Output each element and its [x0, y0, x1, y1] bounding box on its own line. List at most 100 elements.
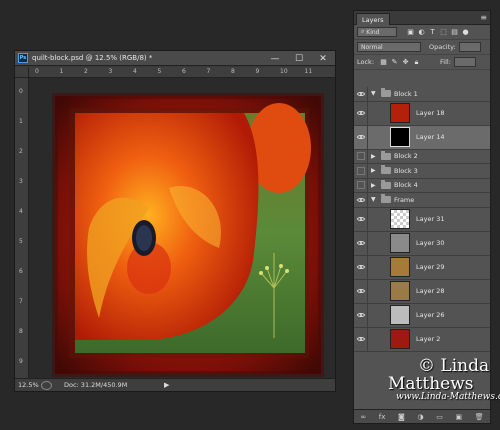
minimize-button[interactable]: —: [263, 51, 287, 66]
layer-group-row[interactable]: ▼ Frame: [354, 193, 490, 208]
layer-row[interactable]: Layer 14: [354, 125, 490, 150]
zoom-level[interactable]: 12.5%: [15, 381, 41, 389]
ruler-horizontal[interactable]: 0 1 2 3 4 5 6 7 8 9 10 11: [29, 67, 335, 78]
panel-menu-icon[interactable]: ≡: [480, 13, 487, 22]
visibility-toggle[interactable]: [354, 193, 368, 207]
adjustment-layer-icon[interactable]: ◑: [417, 413, 423, 421]
eye-icon: [356, 111, 365, 115]
layer-row[interactable]: Layer 28: [354, 279, 490, 304]
layer-thumbnail[interactable]: [390, 103, 410, 123]
ruler-tick-label: 11: [304, 68, 313, 75]
eye-icon: [356, 313, 365, 317]
lock-position-icon[interactable]: ✥: [400, 57, 411, 67]
visibility-toggle[interactable]: [354, 255, 368, 279]
expand-caret-icon[interactable]: ▶: [371, 182, 378, 189]
layer-group-row[interactable]: ▶ Block 4: [354, 178, 490, 193]
status-menu-arrow-icon[interactable]: ▶: [164, 381, 169, 389]
shape-filter-icon[interactable]: ⬚: [438, 27, 449, 37]
visibility-toggle[interactable]: [354, 87, 368, 101]
hidden-box-icon: [356, 152, 365, 161]
visibility-toggle[interactable]: [354, 164, 368, 178]
ruler-tick-label: 0: [35, 68, 39, 75]
eye-icon: [356, 337, 365, 341]
layer-name: Layer 30: [416, 239, 445, 247]
layer-thumbnail[interactable]: [390, 281, 410, 301]
image-canvas[interactable]: [29, 78, 335, 380]
layer-thumbnail[interactable]: [390, 209, 410, 229]
expand-caret-icon[interactable]: ▼: [371, 90, 378, 97]
ruler-tick-label: 6: [19, 268, 23, 275]
layer-group-row[interactable]: ▼ Block 1: [354, 87, 490, 102]
expand-caret-icon[interactable]: ▼: [371, 196, 378, 203]
photoshop-icon: Ps: [18, 53, 28, 63]
link-layers-icon[interactable]: ∞: [360, 413, 366, 421]
ruler-tick-label: 7: [19, 298, 23, 305]
layer-thumbnail[interactable]: [390, 329, 410, 349]
visibility-toggle[interactable]: [354, 279, 368, 303]
visibility-toggle[interactable]: [354, 101, 368, 125]
lock-transparency-icon[interactable]: ▦: [378, 57, 389, 67]
layer-name: Block 3: [394, 166, 418, 175]
layer-name: Layer 28: [416, 287, 445, 295]
ruler-vertical[interactable]: 0 1 2 3 4 5 6 7 8 9: [15, 78, 29, 380]
layer-thumbnail[interactable]: [390, 305, 410, 325]
lock-all-icon[interactable]: 🔒︎: [411, 57, 422, 67]
adjustment-filter-icon[interactable]: ◐: [416, 27, 427, 37]
ruler-tick-label: 1: [19, 118, 23, 125]
layer-style-icon[interactable]: fx: [379, 413, 386, 421]
ruler-tick-label: 9: [255, 68, 260, 75]
type-filter-icon[interactable]: T: [427, 27, 438, 37]
tab-layers[interactable]: Layers: [356, 13, 390, 25]
ruler-corner[interactable]: [15, 67, 29, 78]
expand-caret-icon[interactable]: ▶: [371, 153, 378, 160]
visibility-toggle[interactable]: [354, 303, 368, 327]
delete-layer-icon[interactable]: 🗑︎: [475, 413, 484, 421]
visibility-toggle[interactable]: [354, 231, 368, 255]
eye-icon: [356, 135, 365, 139]
info-icon[interactable]: [41, 380, 52, 390]
layer-group-row[interactable]: ▶ Block 3: [354, 164, 490, 179]
layer-mask-icon[interactable]: ◙: [398, 413, 405, 421]
layer-name: Block 1: [394, 89, 418, 98]
new-layer-icon[interactable]: ▣: [456, 413, 463, 421]
lock-pixels-icon[interactable]: ✎: [389, 57, 400, 67]
ruler-tick-label: 0: [19, 88, 23, 95]
layer-row[interactable]: Layer 30: [354, 231, 490, 256]
status-bar: 12.5% Doc: 31.2M/450.9M ▶: [15, 378, 335, 391]
layer-row[interactable]: Layer 18: [354, 101, 490, 126]
expand-caret-icon[interactable]: ▶: [371, 167, 378, 174]
layer-name: Block 4: [394, 181, 418, 190]
layer-row[interactable]: Layer 29: [354, 255, 490, 280]
opacity-field[interactable]: [458, 42, 481, 52]
layer-group-row[interactable]: ▶ Block 2: [354, 149, 490, 164]
new-group-icon[interactable]: ▭: [436, 413, 443, 421]
document-tab[interactable]: Ps quilt-block.psd @ 12.5% (RGB/8) * — ☐…: [15, 51, 335, 66]
visibility-toggle[interactable]: [354, 178, 368, 192]
filter-kind-select[interactable]: ⌕ Kind: [357, 27, 397, 37]
layer-thumbnail[interactable]: [390, 257, 410, 277]
maximize-button[interactable]: ☐: [287, 51, 311, 66]
ruler-tick-label: 8: [231, 68, 235, 75]
layer-row[interactable]: Layer 31: [354, 207, 490, 232]
filter-toggle-icon[interactable]: ●: [460, 27, 471, 37]
layer-thumbnail[interactable]: [390, 233, 410, 253]
layers-list: ▼ Block 1 Layer 18 Layer 14 ▶ Block 2 ▶ Block 3…: [354, 87, 490, 352]
layer-row[interactable]: Layer 26: [354, 303, 490, 328]
visibility-toggle[interactable]: [354, 125, 368, 149]
visibility-toggle[interactable]: [354, 149, 368, 163]
layer-thumbnail[interactable]: [390, 127, 410, 147]
hidden-box-icon: [356, 166, 365, 175]
visibility-toggle[interactable]: [354, 327, 368, 351]
opacity-label: Opacity:: [429, 43, 456, 51]
folder-icon: [381, 194, 391, 204]
blend-mode-select[interactable]: Normal: [357, 42, 421, 52]
visibility-toggle[interactable]: [354, 207, 368, 231]
ruler-tick-label: 3: [19, 178, 23, 185]
pixel-filter-icon[interactable]: ▣: [405, 27, 416, 37]
ruler-tick-label: 5: [19, 238, 23, 245]
smartobject-filter-icon[interactable]: ▤: [449, 27, 460, 37]
fill-field[interactable]: [453, 57, 476, 67]
layer-row[interactable]: Layer 2: [354, 327, 490, 352]
close-button[interactable]: ✕: [311, 51, 335, 66]
ruler-tick-label: 9: [19, 358, 23, 365]
